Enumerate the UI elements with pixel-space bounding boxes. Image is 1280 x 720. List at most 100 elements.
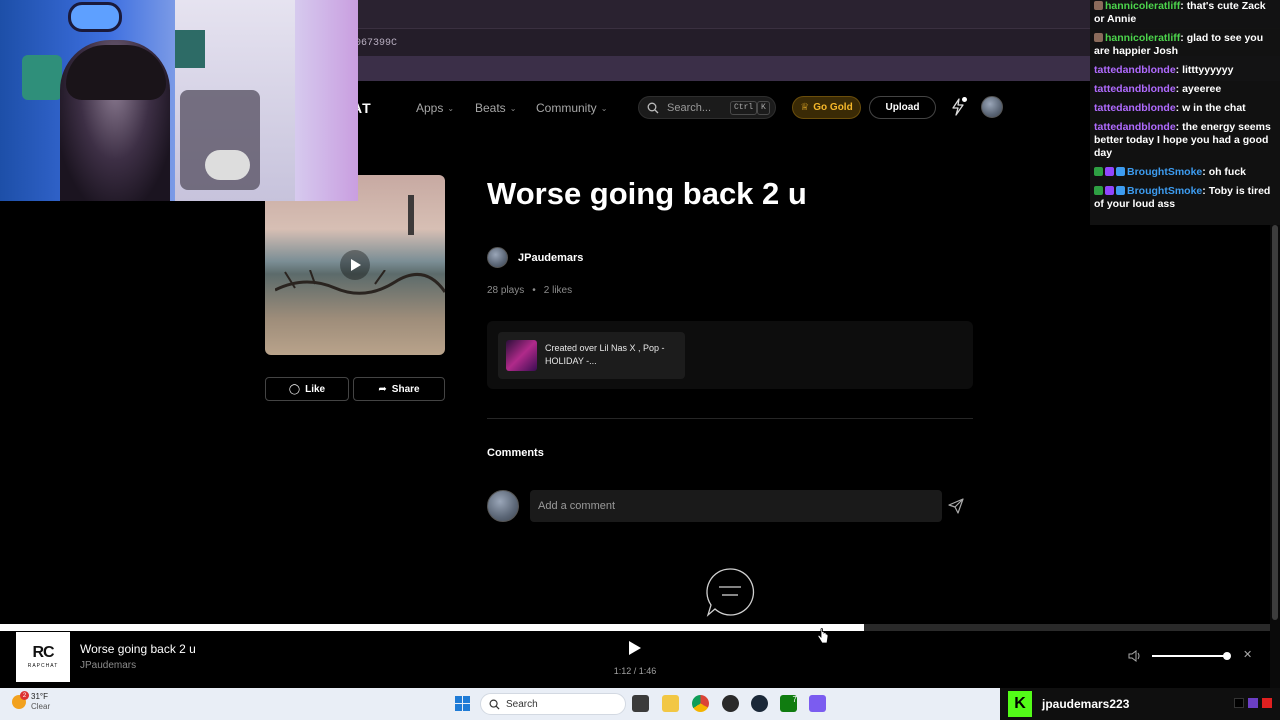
task-view-icon[interactable] — [632, 695, 649, 712]
verified-badge-icon — [1094, 186, 1103, 195]
webcam-overlay — [0, 0, 358, 201]
cover-play-button[interactable] — [340, 250, 370, 280]
weather-sun-icon: 2 — [12, 691, 29, 709]
chat-message: tattedandblonde: ayeeree — [1094, 83, 1222, 95]
nav-community-label: Community — [536, 101, 597, 115]
subscriber-badge-icon — [1105, 167, 1114, 176]
comment-placeholder: Add a comment — [538, 500, 616, 512]
artist-name[interactable]: JPaudemars — [518, 252, 583, 264]
chrome-icon[interactable] — [692, 695, 709, 712]
stream-chat: hannicoleratliff: that's cute Zack or An… — [1090, 0, 1280, 225]
webcam-poster — [175, 30, 205, 68]
scrollbar-thumb[interactable] — [1272, 225, 1278, 620]
color-swatch — [1262, 698, 1272, 708]
chat-message: tattedandblonde: w in the chat — [1094, 102, 1246, 114]
player-time: 1:12 / 1:46 — [613, 666, 657, 676]
play-icon — [351, 259, 361, 271]
share-label: Share — [391, 383, 420, 395]
beat-thumbnail — [506, 340, 537, 371]
verified-badge-icon — [1094, 167, 1103, 176]
xbox-icon[interactable]: 7 — [780, 695, 797, 712]
chat-username: tattedandblonde — [1094, 102, 1176, 114]
windows-start-icon[interactable] — [455, 696, 470, 711]
chat-username: tattedandblonde — [1094, 121, 1176, 133]
webcam-controller-sign — [68, 2, 122, 32]
weather-condition: Clear — [31, 702, 51, 711]
chat-message: tattedandblonde: litttyyyyyy — [1094, 64, 1234, 76]
chat-message: BroughtSmoke: oh fuck — [1094, 166, 1276, 179]
color-swatch — [1248, 698, 1258, 708]
section-divider — [487, 418, 973, 419]
artist-row[interactable]: JPaudemars — [487, 247, 583, 268]
obs-icon[interactable] — [722, 695, 739, 712]
player-progress-bar[interactable] — [0, 624, 1270, 631]
commenter-avatar — [487, 490, 519, 522]
search-icon — [489, 699, 500, 710]
webcam-streamer-hair — [66, 45, 166, 100]
like-label: Like — [305, 383, 326, 395]
weather-temp: 31°F — [31, 692, 48, 701]
search-icon — [647, 102, 659, 113]
volume-slider[interactable] — [1152, 652, 1232, 660]
chevron-down-icon: ⌄ — [509, 103, 517, 113]
nav-beats-label: Beats — [475, 101, 506, 115]
chat-bubble-icon[interactable] — [705, 567, 755, 617]
go-gold-button[interactable]: ♕ Go Gold — [792, 96, 861, 119]
chat-text: ayeeree — [1182, 83, 1222, 95]
artist-avatar[interactable] — [487, 247, 508, 268]
beat-description: Created over Lil Nas X , Pop - HOLIDAY -… — [545, 343, 665, 366]
chat-username: BroughtSmoke — [1127, 185, 1203, 197]
beat-card[interactable]: Created over Lil Nas X , Pop - HOLIDAY -… — [498, 332, 685, 379]
upload-button[interactable]: Upload — [869, 96, 936, 119]
send-icon[interactable] — [948, 498, 964, 514]
player-artist[interactable]: JPaudemars — [80, 660, 136, 671]
search-placeholder: Search... — [667, 101, 712, 114]
close-icon[interactable]: ✕ — [1243, 648, 1252, 661]
player-progress-fill — [0, 624, 864, 631]
rc-logo-subtext: RAPCHAT — [27, 663, 59, 669]
notification-dot — [962, 97, 967, 102]
like-button[interactable]: ◯ Like — [265, 377, 349, 401]
plays-count: 28 plays — [487, 285, 525, 296]
like-icon: ◯ — [288, 383, 301, 395]
share-button[interactable]: ➦ Share — [353, 377, 445, 401]
track-title: Worse going back 2 u — [487, 176, 807, 211]
nav-beats[interactable]: Beats ⌄ — [475, 101, 516, 115]
hand-cursor-icon — [817, 628, 829, 644]
xbox-badge: 7 — [792, 695, 797, 704]
go-gold-label: Go Gold — [813, 102, 853, 113]
chevron-down-icon: ⌄ — [447, 103, 455, 113]
rapchat-logo[interactable]: RC RAPCHAT — [16, 632, 70, 682]
subscriber-badge-icon — [1105, 186, 1114, 195]
weather-widget[interactable]: 2 31°F Clear — [12, 691, 50, 712]
kick-username: jpaudemars223 — [1042, 697, 1130, 711]
chat-text: litttyyyyyy — [1182, 64, 1234, 76]
steam-icon[interactable] — [751, 695, 768, 712]
taskbar-search[interactable]: Search — [480, 693, 626, 715]
chat-text: oh fuck — [1208, 166, 1247, 178]
stats-separator: • — [532, 285, 536, 296]
share-icon: ➦ — [378, 383, 387, 395]
nav-apps[interactable]: Apps ⌄ — [416, 101, 454, 115]
site-search-input[interactable]: Search... Ctrl K — [638, 96, 776, 119]
track-stats: 28 plays • 2 likes — [487, 285, 572, 296]
play-icon[interactable] — [626, 640, 642, 656]
volume-icon[interactable] — [1128, 650, 1141, 662]
page-scrollbar[interactable] — [1270, 225, 1280, 688]
volume-fill — [1152, 655, 1228, 657]
shortcut-k: K — [757, 101, 770, 115]
chat-message: BroughtSmoke: Toby is tired of your loud… — [1094, 185, 1271, 210]
webcam-plush — [22, 55, 62, 100]
user-avatar[interactable] — [981, 96, 1003, 118]
comment-input[interactable]: Add a comment — [530, 490, 942, 522]
chat-message: hannicoleratliff: that's cute Zack or An… — [1094, 0, 1266, 25]
player-track-title[interactable]: Worse going back 2 u — [80, 642, 196, 656]
nav-community[interactable]: Community ⌄ — [536, 101, 607, 115]
webcam-cat — [205, 150, 250, 180]
upload-label: Upload — [885, 102, 920, 113]
app-grid-icon[interactable] — [809, 695, 826, 712]
track-cover-art[interactable] — [265, 175, 445, 355]
weather-text: 31°F Clear — [31, 692, 50, 712]
chat-message: hannicoleratliff: glad to see you are ha… — [1094, 32, 1264, 57]
file-explorer-icon[interactable] — [662, 695, 679, 712]
